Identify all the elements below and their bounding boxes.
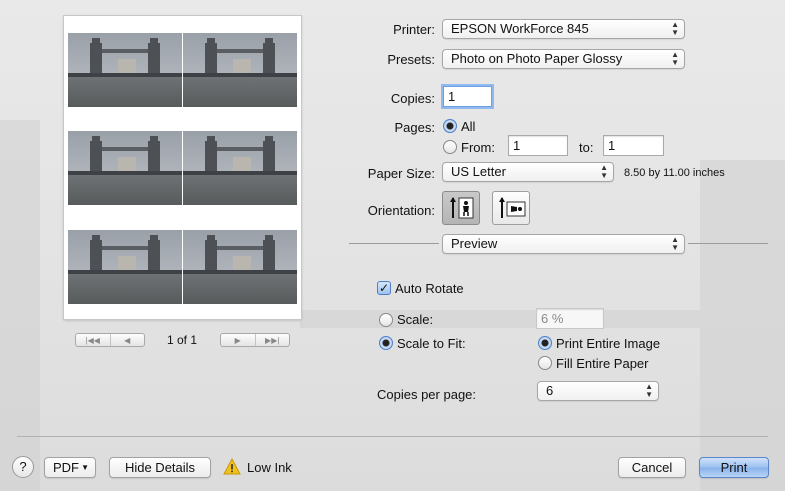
copies-per-page-label: Copies per page: xyxy=(377,387,477,402)
footer-divider xyxy=(17,436,768,437)
print-button[interactable]: Print xyxy=(699,457,769,478)
cancel-button[interactable]: Cancel xyxy=(618,457,686,478)
print-entire-image-radio[interactable] xyxy=(538,336,552,350)
scale-field[interactable]: 6 % xyxy=(536,308,604,329)
presets-label: Presets: xyxy=(387,52,435,67)
copies-per-page-value: 6 xyxy=(546,383,554,398)
popup-arrows-icon: ▲ ▼ xyxy=(645,382,653,399)
scale-to-fit-label: Scale to Fit: xyxy=(397,336,466,351)
fill-entire-paper-label: Fill Entire Paper xyxy=(556,356,649,371)
printer-popup[interactable]: EPSON WorkForce 845 ▲ ▼ xyxy=(442,19,685,39)
next-page-icon[interactable]: ▶ xyxy=(221,334,256,346)
section-popup[interactable]: Preview ▲ ▼ xyxy=(442,234,685,254)
paper-size-popup[interactable]: US Letter ▲ ▼ xyxy=(442,162,614,182)
preview-thumbnail xyxy=(183,33,297,107)
copies-field[interactable]: 1 xyxy=(443,86,492,107)
popup-arrows-icon: ▲ ▼ xyxy=(600,163,608,180)
help-button[interactable]: ? xyxy=(12,456,34,478)
pages-from-radio[interactable] xyxy=(443,140,457,154)
popup-arrows-icon: ▲ ▼ xyxy=(671,20,679,37)
pages-from-label: From: xyxy=(461,140,495,155)
previous-page-icon[interactable]: ◀ xyxy=(111,334,145,346)
popup-arrows-icon: ▲ ▼ xyxy=(671,235,679,252)
print-entire-image-label: Print Entire Image xyxy=(556,336,661,351)
pager-forward-buttons: ▶ ▶▶| xyxy=(220,333,290,347)
background-tower-right xyxy=(700,160,785,491)
pager-back-buttons: |◀◀ ◀ xyxy=(75,333,145,347)
copies-per-page-popup[interactable]: 6 ▲ ▼ xyxy=(537,381,659,401)
auto-rotate-label: Auto Rotate xyxy=(395,281,464,296)
pages-label: Pages: xyxy=(394,120,435,135)
section-popup-value: Preview xyxy=(451,236,498,251)
fill-entire-paper-radio[interactable] xyxy=(538,356,552,370)
preview-thumbnail xyxy=(68,33,182,107)
preview-thumbnail xyxy=(68,131,182,205)
orientation-label: Orientation: xyxy=(367,203,435,218)
section-divider-left xyxy=(349,243,439,244)
pages-from-field[interactable]: 1 xyxy=(508,135,568,156)
low-ink-label: Low Ink xyxy=(247,460,292,475)
background-bridge-walkway xyxy=(300,310,700,328)
hide-details-button[interactable]: Hide Details xyxy=(109,457,211,478)
section-divider-right xyxy=(688,243,768,244)
preview-thumbnail xyxy=(183,230,297,304)
paper-dimensions: 8.50 by 11.00 inches xyxy=(624,167,725,179)
landscape-orientation-button[interactable] xyxy=(492,191,530,225)
presets-popup[interactable]: Photo on Photo Paper Glossy ▲ ▼ xyxy=(442,49,685,69)
chevron-down-icon: ▼ xyxy=(81,463,89,472)
pdf-label: PDF xyxy=(53,460,79,475)
printer-value: EPSON WorkForce 845 xyxy=(451,21,589,36)
scale-to-fit-radio[interactable] xyxy=(379,336,393,350)
popup-arrows-icon: ▲ ▼ xyxy=(671,50,679,67)
pages-to-label: to: xyxy=(579,140,594,155)
print-preview-sheet xyxy=(64,16,301,319)
landscape-orientation-icon xyxy=(499,197,526,218)
pages-all-radio[interactable] xyxy=(443,119,457,133)
printer-label: Printer: xyxy=(393,22,435,37)
paper-size-label: Paper Size: xyxy=(367,166,435,181)
pages-all-label: All xyxy=(461,119,476,134)
portrait-orientation-button[interactable] xyxy=(442,191,480,225)
first-page-icon[interactable]: |◀◀ xyxy=(76,334,111,346)
paper-size-value: US Letter xyxy=(451,164,506,179)
preview-thumbnail xyxy=(183,131,297,205)
portrait-orientation-icon xyxy=(450,197,474,219)
page-count: 1 of 1 xyxy=(166,333,198,347)
pages-to-field[interactable]: 1 xyxy=(603,135,664,156)
preview-thumbnail xyxy=(68,230,182,304)
last-page-icon[interactable]: ▶▶| xyxy=(256,334,290,346)
scale-label: Scale: xyxy=(397,312,434,327)
presets-value: Photo on Photo Paper Glossy xyxy=(451,51,623,66)
auto-rotate-checkbox[interactable]: ✓ xyxy=(377,281,391,295)
pdf-button[interactable]: PDF ▼ xyxy=(44,457,96,478)
copies-label: Copies: xyxy=(390,91,435,106)
scale-radio[interactable] xyxy=(379,313,393,327)
warning-icon xyxy=(223,458,241,475)
